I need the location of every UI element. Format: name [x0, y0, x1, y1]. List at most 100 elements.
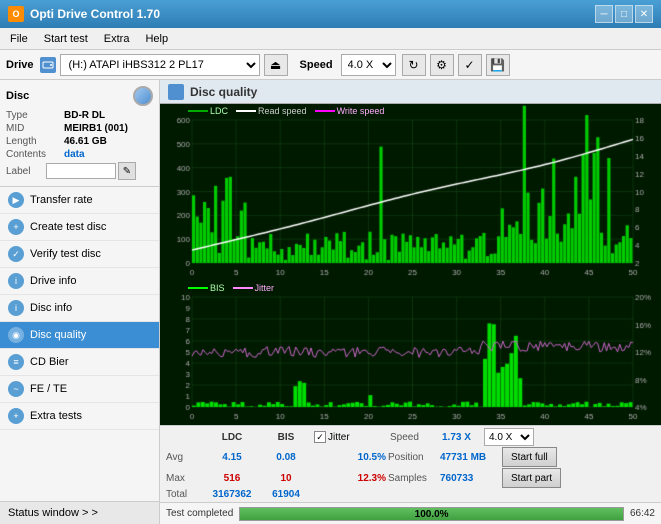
verify-button[interactable]: ✓	[458, 54, 482, 76]
verify-test-disc-icon: ✓	[8, 246, 24, 262]
write-speed-color	[315, 110, 335, 112]
top-chart-legend: LDC Read speed Write speed	[188, 106, 384, 116]
avg-label: Avg	[166, 452, 204, 463]
avg-jitter: 10.5%	[314, 452, 386, 463]
disc-label-input[interactable]	[46, 163, 116, 179]
create-test-disc-icon: +	[8, 219, 24, 235]
speed-stat-dropdown[interactable]: 4.0 X	[484, 428, 534, 446]
main-content: Disc Type BD-R DL MID MEIRB1 (001) Lengt…	[0, 80, 661, 524]
minimize-button[interactable]: ─	[595, 5, 613, 23]
progress-bar-container: 100.0%	[239, 507, 624, 521]
refresh-button[interactable]: ↻	[402, 54, 426, 76]
avg-ldc: 4.15	[206, 452, 258, 463]
title-bar-controls: ─ □ ✕	[595, 5, 653, 23]
bis-legend-label: BIS	[210, 283, 225, 293]
extra-tests-label: Extra tests	[30, 410, 82, 422]
toolbar: Drive (H:) ATAPI iHBS312 2 PL17 ⏏ Speed …	[0, 50, 661, 80]
cd-bier-label: CD Bier	[30, 356, 69, 368]
main-panel: Disc quality LDC Read speed	[160, 80, 661, 524]
samples-label: Samples	[388, 473, 438, 484]
ldc-legend: LDC	[188, 106, 228, 116]
stats-total-row: Total 3167362 61904	[166, 489, 655, 500]
stats-max-row: Max 516 10 12.3% Samples 760733 Start pa…	[166, 468, 655, 488]
eject-button[interactable]: ⏏	[264, 54, 288, 76]
app-icon: O	[8, 6, 24, 22]
disc-mid-value: MEIRB1 (001)	[64, 123, 128, 134]
ldc-legend-label: LDC	[210, 106, 228, 116]
sidebar-item-extra-tests[interactable]: + Extra tests	[0, 403, 159, 430]
disc-info-icon: i	[8, 300, 24, 316]
progress-percent: 100.0%	[240, 508, 623, 522]
bottom-chart-legend: BIS Jitter	[188, 283, 274, 293]
disc-panel-title: Disc	[6, 90, 29, 102]
maximize-button[interactable]: □	[615, 5, 633, 23]
sidebar-item-disc-info[interactable]: i Disc info	[0, 295, 159, 322]
jitter-legend-label: Jitter	[255, 283, 275, 293]
disc-type-row: Type BD-R DL	[6, 110, 153, 121]
disc-contents-value: data	[64, 149, 85, 160]
burn-button[interactable]: ⚙	[430, 54, 454, 76]
disc-label-row: Label ✎	[6, 162, 153, 180]
max-ldc: 516	[206, 473, 258, 484]
disc-quality-label: Disc quality	[30, 329, 86, 341]
disc-quality-header: Disc quality	[160, 80, 661, 104]
sidebar-item-transfer-rate[interactable]: ▶ Transfer rate	[0, 187, 159, 214]
sidebar-item-fe-te[interactable]: ~ FE / TE	[0, 376, 159, 403]
sidebar-item-disc-quality[interactable]: ◉ Disc quality	[0, 322, 159, 349]
drive-info-label: Drive info	[30, 275, 76, 287]
menu-extra[interactable]: Extra	[98, 31, 136, 47]
sidebar-item-verify-test-disc[interactable]: ✓ Verify test disc	[0, 241, 159, 268]
menu-file[interactable]: File	[4, 31, 34, 47]
status-window-button[interactable]: Status window > >	[0, 501, 159, 524]
title-bar: O Opti Drive Control 1.70 ─ □ ✕	[0, 0, 661, 28]
disc-contents-label: Contents	[6, 149, 64, 160]
ldc-color	[188, 110, 208, 112]
bottom-chart: BIS Jitter	[160, 281, 661, 425]
disc-contents-row: Contents data	[6, 149, 153, 160]
menu-start-test[interactable]: Start test	[38, 31, 94, 47]
status-window-label: Status window > >	[8, 507, 98, 519]
jitter-checkbox[interactable]: ✓	[314, 431, 326, 443]
disc-icon	[133, 86, 153, 106]
menu-help[interactable]: Help	[139, 31, 174, 47]
sidebar-item-create-test-disc[interactable]: + Create test disc	[0, 214, 159, 241]
start-part-button[interactable]: Start part	[502, 468, 561, 488]
fe-te-label: FE / TE	[30, 383, 67, 395]
disc-label-key: Label	[6, 166, 46, 177]
disc-length-value: 46.61 GB	[64, 136, 107, 147]
start-full-button[interactable]: Start full	[502, 447, 557, 467]
nav-items: ▶ Transfer rate + Create test disc ✓ Ver…	[0, 187, 159, 501]
save-button[interactable]: 💾	[486, 54, 510, 76]
charts-area: LDC Read speed Write speed	[160, 104, 661, 425]
bis-header: BIS	[260, 432, 312, 443]
total-bis: 61904	[260, 489, 312, 500]
transfer-rate-icon: ▶	[8, 192, 24, 208]
speed-select[interactable]: 4.0 X	[341, 54, 396, 76]
stats-header-row: LDC BIS ✓ Jitter Speed 1.73 X 4.0 X	[166, 428, 655, 446]
jitter-header: Jitter	[328, 432, 388, 443]
bottom-bar: Test completed 100.0% 66:42	[160, 502, 661, 524]
elapsed-time: 66:42	[630, 508, 655, 519]
top-chart: LDC Read speed Write speed	[160, 104, 661, 281]
disc-label-edit-button[interactable]: ✎	[118, 162, 136, 180]
jitter-color	[233, 287, 253, 289]
stats-footer: LDC BIS ✓ Jitter Speed 1.73 X 4.0 X Avg …	[160, 425, 661, 502]
disc-type-value: BD-R DL	[64, 110, 105, 121]
transfer-rate-label: Transfer rate	[30, 194, 93, 206]
sidebar-item-drive-info[interactable]: i Drive info	[0, 268, 159, 295]
disc-header: Disc	[6, 86, 153, 106]
status-text: Test completed	[166, 508, 233, 519]
app-title: Opti Drive Control 1.70	[30, 7, 160, 21]
jitter-check-box: ✓	[314, 431, 326, 443]
max-jitter: 12.3%	[314, 473, 386, 484]
speed-label: Speed	[300, 59, 333, 71]
create-test-disc-label: Create test disc	[30, 221, 106, 233]
close-button[interactable]: ✕	[635, 5, 653, 23]
sidebar-item-cd-bier[interactable]: ≡ CD Bier	[0, 349, 159, 376]
disc-quality-title: Disc quality	[190, 85, 257, 99]
drive-select[interactable]: (H:) ATAPI iHBS312 2 PL17	[60, 54, 260, 76]
write-speed-legend: Write speed	[315, 106, 385, 116]
extra-tests-icon: +	[8, 408, 24, 424]
avg-bis: 0.08	[260, 452, 312, 463]
disc-mid-row: MID MEIRB1 (001)	[6, 123, 153, 134]
